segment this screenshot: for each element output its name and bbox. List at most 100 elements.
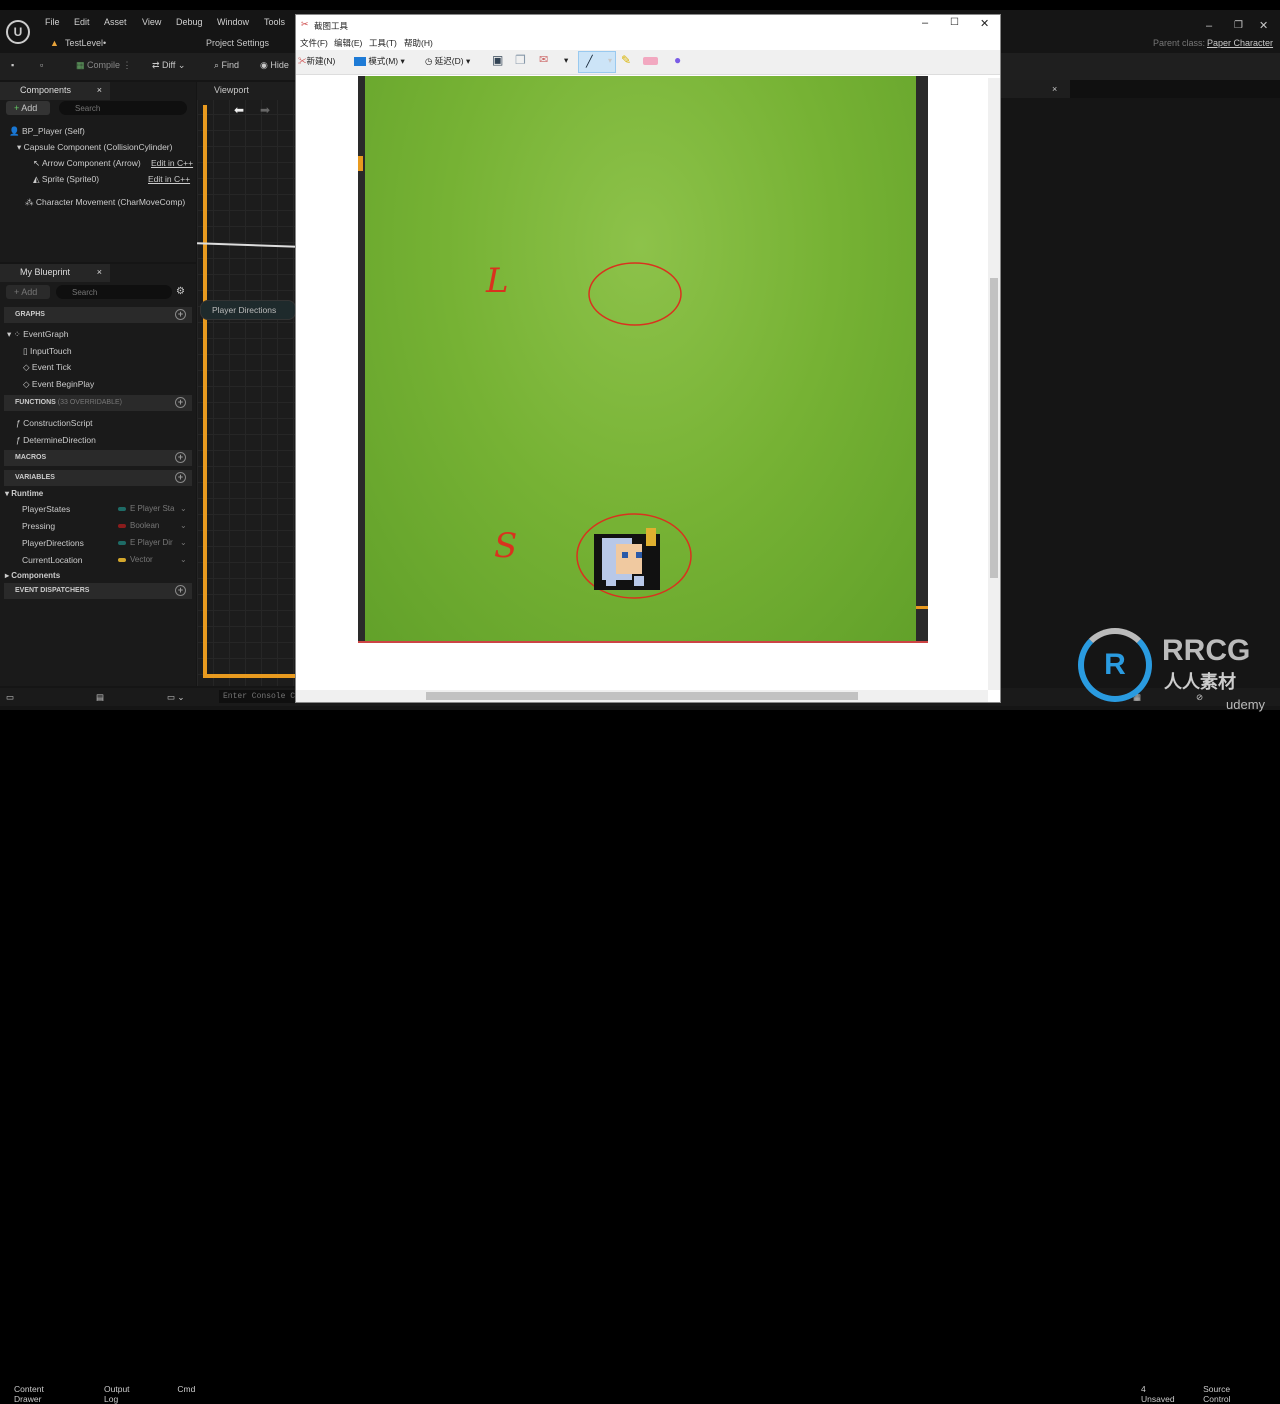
event-graph-canvas[interactable] (197, 82, 297, 686)
menu-window[interactable]: Window (217, 17, 249, 27)
close-icon[interactable]: × (97, 85, 102, 95)
add-graph-icon[interactable]: + (175, 309, 186, 320)
forward-arrow-icon[interactable]: ➡ (260, 103, 270, 117)
variable-name[interactable]: PlayerStates (22, 504, 70, 514)
project-settings[interactable]: Project Settings (206, 38, 269, 48)
copy-icon[interactable]: ❐ (515, 53, 526, 67)
variable-type[interactable]: Boolean ⌄ (118, 521, 187, 530)
my-blueprint-tab[interactable]: My Blueprint × (0, 264, 110, 282)
add-component-button[interactable]: + Add (6, 101, 50, 115)
type-pill-icon (118, 506, 126, 511)
unreal-logo-icon[interactable]: U (6, 20, 30, 44)
add-variable-icon[interactable]: + (175, 472, 186, 483)
find-button[interactable]: ⌕ Find (214, 60, 239, 71)
component-capsule[interactable]: ▾ Capsule Component (CollisionCylinder) (17, 142, 172, 153)
function-item[interactable]: ƒ DetermineDirection (16, 435, 96, 445)
components-category[interactable]: ▸ Components (5, 571, 60, 580)
minimize-icon[interactable]: – (922, 17, 928, 29)
runtime-category[interactable]: ▾ Runtime (5, 489, 43, 498)
component-bp-player[interactable]: 👤 BP_Player (Self) (9, 126, 85, 137)
browse-icon[interactable]: ▫ (40, 60, 43, 70)
scroll-thumb[interactable] (426, 692, 858, 700)
menu-asset[interactable]: Asset (104, 17, 127, 27)
settings-gear-icon[interactable]: ⚙ (176, 286, 185, 297)
hide-button[interactable]: ◉ Hide (260, 60, 289, 71)
components-search-input[interactable] (59, 101, 187, 115)
menu-debug[interactable]: Debug (176, 17, 203, 27)
parent-class-link[interactable]: Paper Character (1207, 38, 1273, 48)
viewport-tab[interactable]: Viewport (197, 82, 297, 100)
menu-tools[interactable]: 工具(T) (369, 37, 397, 49)
compile-button[interactable]: ▦ Compile ⋮ (76, 60, 132, 71)
save-icon[interactable]: ▣ (492, 53, 503, 67)
close-icon[interactable]: ✕ (1259, 19, 1268, 32)
output-log-button[interactable]: ▤ Output Log (96, 692, 130, 1404)
variable-name[interactable]: Pressing (22, 521, 55, 531)
variable-name[interactable]: PlayerDirections (22, 538, 84, 548)
minimize-icon[interactable]: – (1206, 20, 1212, 32)
viewport-tab-label: Viewport (214, 85, 249, 95)
add-macro-icon[interactable]: + (175, 452, 186, 463)
menu-tools[interactable]: Tools (264, 17, 285, 27)
send-dropdown-icon[interactable]: ▾ (564, 55, 568, 66)
blueprint-search-input[interactable] (56, 285, 172, 299)
add-button[interactable]: + Add (6, 285, 50, 299)
parent-class-label: Parent class: (1153, 38, 1206, 48)
graph-item[interactable]: ◇ Event Tick (23, 362, 71, 373)
component-sprite[interactable]: ◭ Sprite (Sprite0) (33, 174, 99, 185)
mode-button[interactable]: 模式(M) ▾ (354, 55, 405, 67)
maximize-icon[interactable]: ☐ (950, 17, 959, 28)
pen-button[interactable]: ╱ ▾ (578, 51, 616, 73)
event-dispatchers-header[interactable]: EVENT DISPATCHERS + (4, 583, 192, 599)
type-pill-icon (118, 557, 126, 562)
player-directions-node[interactable]: Player Directions (200, 300, 296, 320)
content-drawer-button[interactable]: ▭ Content Drawer (6, 692, 44, 1404)
chevron-down-icon: ⌄ (180, 504, 187, 513)
edit-in-cpp-link[interactable]: Edit in C++ (148, 174, 190, 184)
restore-icon[interactable]: ❐ (1234, 20, 1243, 31)
variable-type[interactable]: Vector ⌄ (118, 555, 187, 564)
graph-item[interactable]: ◇ Event BeginPlay (23, 379, 94, 390)
highlighter-icon[interactable]: ✎ (621, 53, 631, 67)
menu-file[interactable]: File (45, 17, 60, 27)
eraser-icon[interactable] (643, 57, 658, 65)
variable-name[interactable]: CurrentLocation (22, 555, 82, 565)
send-icon[interactable]: ✉ (539, 53, 548, 66)
chevron-down-icon: ⌄ (180, 521, 187, 530)
scroll-thumb[interactable] (990, 278, 998, 578)
paint3d-icon[interactable]: ● (674, 53, 681, 67)
functions-header[interactable]: FUNCTIONS (33 OVERRIDABLE) + (4, 395, 192, 411)
menu-file[interactable]: 文件(F) (300, 37, 328, 49)
graph-item[interactable]: ▾ ⁘ EventGraph (7, 329, 69, 340)
graph-item[interactable]: ▯ InputTouch (23, 346, 72, 357)
console-input[interactable] (219, 690, 295, 703)
vertical-scrollbar[interactable] (988, 78, 1000, 690)
function-item[interactable]: ƒ ConstructionScript (16, 418, 93, 428)
graphs-header[interactable]: GRAPHS + (4, 307, 192, 323)
menu-edit[interactable]: 编辑(E) (334, 37, 362, 49)
close-icon[interactable]: × (97, 267, 102, 277)
cmd-button[interactable]: ▭ Cmd ⌄ (167, 692, 195, 1394)
menu-help[interactable]: 帮助(H) (404, 37, 433, 49)
macros-header[interactable]: MACROS + (4, 450, 192, 466)
variable-type[interactable]: E Player Sta ⌄ (118, 504, 187, 513)
edit-in-cpp-link[interactable]: Edit in C++ (151, 158, 193, 168)
component-arrow[interactable]: ↖ Arrow Component (Arrow) (33, 158, 141, 169)
component-character-movement[interactable]: ⁂ Character Movement (CharMoveComp) (25, 197, 185, 208)
add-dispatcher-icon[interactable]: + (175, 585, 186, 596)
horizontal-scrollbar[interactable] (296, 690, 988, 702)
menu-edit[interactable]: Edit (74, 17, 90, 27)
new-snip-button[interactable]: ✂新建(N) (298, 55, 335, 67)
variables-header[interactable]: VARIABLES + (4, 470, 192, 486)
add-function-icon[interactable]: + (175, 397, 186, 408)
components-tab[interactable]: Components × (0, 82, 110, 100)
diff-button[interactable]: ⇄ Diff ⌄ (152, 60, 185, 71)
back-arrow-icon[interactable]: ⬅ (234, 103, 244, 117)
close-tab-icon[interactable]: × (1052, 84, 1057, 94)
save-icon[interactable]: ▪ (11, 60, 14, 70)
close-icon[interactable]: ✕ (980, 17, 989, 30)
level-name[interactable]: TestLevel• (65, 38, 106, 48)
menu-view[interactable]: View (142, 17, 161, 27)
variable-type[interactable]: E Player Dir ⌄ (118, 538, 187, 547)
delay-button[interactable]: ◷ 延迟(D) ▾ (425, 55, 470, 67)
